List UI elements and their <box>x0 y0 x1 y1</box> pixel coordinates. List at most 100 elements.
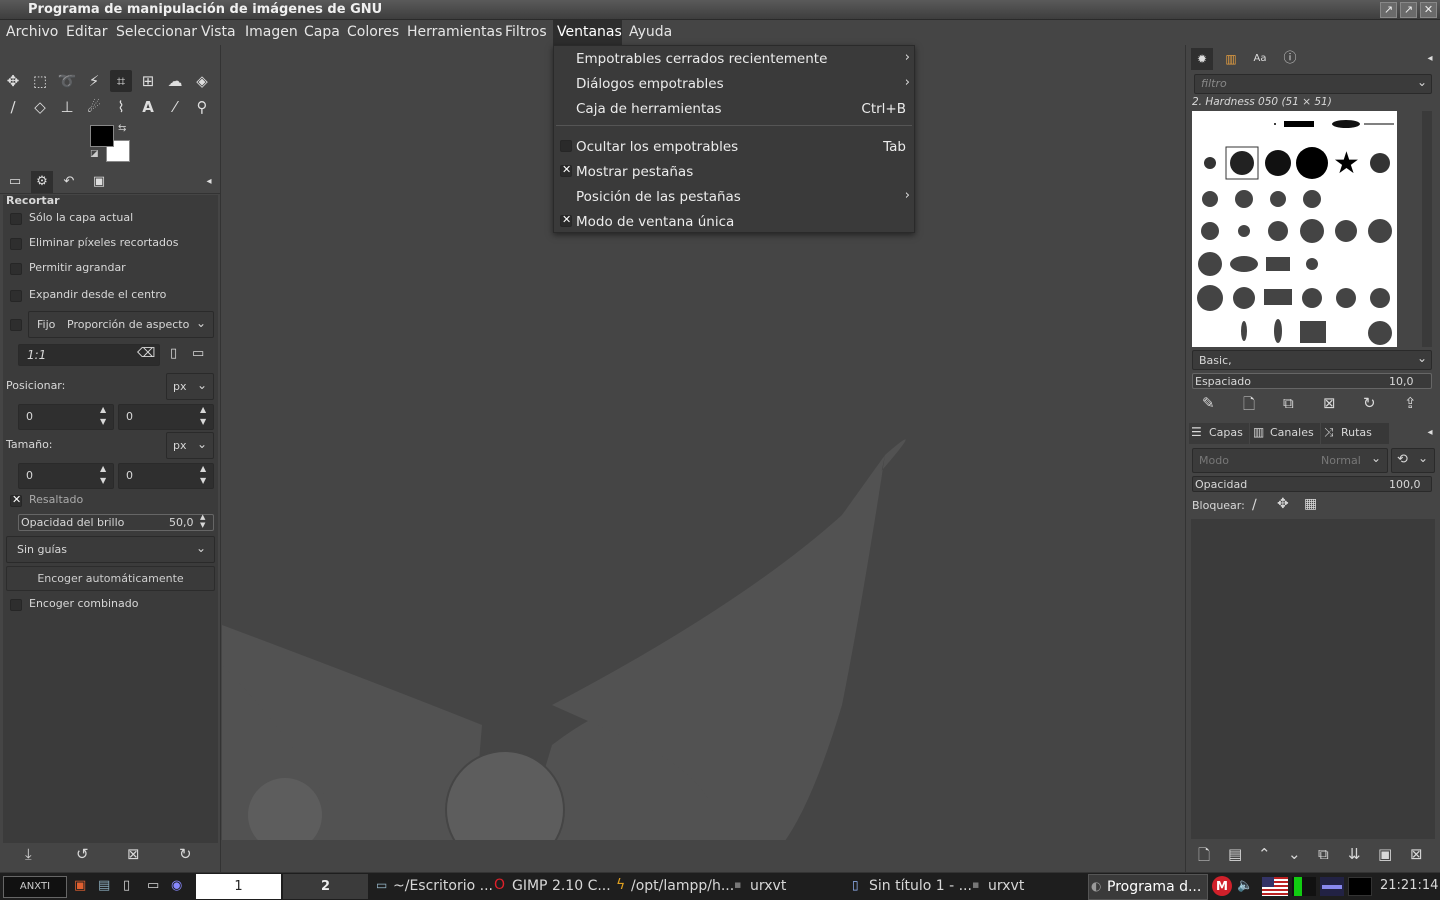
menu-filtros[interactable]: Filtros <box>501 24 551 40</box>
browser-launcher-icon[interactable]: ◉ <box>171 878 182 893</box>
portrait-icon[interactable]: ▯ <box>170 346 177 361</box>
task-untitled-doc[interactable]: ▯ Sin título 1 - ... <box>852 873 972 900</box>
spin-up-icon[interactable]: ▲ <box>100 405 106 414</box>
menuitem-tabs-position[interactable]: Posición de las pestañas › <box>554 185 914 209</box>
landscape-icon[interactable]: ▭ <box>192 346 204 361</box>
merge-layer-icon[interactable]: ⇊ <box>1348 845 1361 863</box>
delete-layer-icon[interactable]: ⊠ <box>1410 845 1423 863</box>
brush-grid[interactable]: ★ <box>1192 111 1397 347</box>
fonts-tab-icon[interactable]: Aa <box>1249 48 1271 70</box>
spin-down-icon[interactable]: ▼ <box>200 521 205 529</box>
fixed-checkbox[interactable] <box>10 319 22 331</box>
lower-layer-icon[interactable]: ⌄ <box>1288 845 1301 863</box>
fuzzy-select-tool-icon[interactable]: ⚡ <box>83 70 105 92</box>
menu-imagen[interactable]: Imagen <box>241 24 302 40</box>
dock-menu-icon[interactable]: ◂ <box>1419 422 1440 444</box>
ratio-input[interactable]: 1:1 ⌫ <box>18 344 160 366</box>
menu-capa[interactable]: Capa <box>300 24 344 40</box>
mail-tray-icon[interactable]: M <box>1212 876 1232 896</box>
spin-up-icon[interactable]: ▲ <box>200 513 205 521</box>
position-y-input[interactable]: 0 ▲ ▼ <box>118 404 214 430</box>
device-status-tab-icon[interactable]: ⚙ <box>31 171 53 193</box>
menuitem-single-window[interactable]: Modo de ventana única <box>554 210 914 234</box>
clear-icon[interactable]: ⌫ <box>137 346 155 361</box>
delete-pixels-checkbox[interactable] <box>10 238 22 250</box>
shrink-merged-checkbox[interactable] <box>10 599 22 611</box>
paintbrush-tool-icon[interactable]: ∕ <box>2 96 24 118</box>
spin-up-icon[interactable]: ▲ <box>200 405 206 414</box>
task-file-manager[interactable]: ▭ ~/Escritorio ... <box>374 873 493 900</box>
tab-capas[interactable]: ☰ Capas <box>1189 423 1249 444</box>
volume-icon[interactable]: 🔈 <box>1237 878 1253 893</box>
bucket-fill-tool-icon[interactable]: ◈ <box>191 70 213 92</box>
crop-tool-icon[interactable]: ⌗ <box>110 70 132 92</box>
menu-seleccionar[interactable]: Seleccionar <box>112 24 201 40</box>
dock-menu-icon[interactable]: ◂ <box>198 171 220 193</box>
brush-filter-input[interactable]: filtro ⌄ <box>1194 74 1432 94</box>
dock-menu-icon[interactable]: ◂ <box>1419 48 1440 70</box>
tool-options-tab-icon[interactable]: ▭ <box>4 171 26 193</box>
menu-editar[interactable]: Editar <box>62 24 111 40</box>
warp-tool-icon[interactable]: ☁ <box>164 70 186 92</box>
patterns-tab-icon[interactable]: ▥ <box>1220 48 1242 70</box>
eraser-tool-icon[interactable]: ◇ <box>29 96 51 118</box>
spin-up-icon[interactable]: ▲ <box>200 464 206 473</box>
launcher-icon[interactable]: ▣ <box>74 878 86 893</box>
help-tab-icon[interactable]: ⓘ <box>1279 48 1301 70</box>
menu-ventanas[interactable]: Ventanas <box>553 20 622 45</box>
brush-tag-select[interactable]: Basic, ⌄ <box>1192 350 1432 370</box>
restore-options-icon[interactable]: ↺ <box>76 845 89 863</box>
tab-rutas[interactable]: ⤨ Rutas <box>1321 423 1389 444</box>
menuitem-hide-docks[interactable]: Ocultar los empotrables Tab <box>554 135 914 159</box>
position-x-input[interactable]: 0 ▲ ▼ <box>18 404 114 430</box>
allow-growing-checkbox[interactable] <box>10 263 22 275</box>
lock-position-icon[interactable]: ✥ <box>1277 496 1289 512</box>
terminal-launcher-icon[interactable]: ▭ <box>147 878 159 893</box>
restore-button[interactable]: ↗ <box>1400 2 1417 18</box>
size-height-input[interactable]: 0 ▲ ▼ <box>118 463 214 489</box>
workspace-1[interactable]: 1 <box>196 874 281 899</box>
menu-ayuda[interactable]: Ayuda <box>625 24 676 40</box>
swap-colors-icon[interactable]: ⇆ <box>118 123 126 134</box>
delete-brush-icon[interactable]: ⊠ <box>1323 394 1336 412</box>
save-options-icon[interactable]: ⤓ <box>25 845 32 863</box>
open-brush-icon[interactable]: ⇪ <box>1404 394 1417 412</box>
workspace-2[interactable]: 2 <box>283 874 368 899</box>
delete-options-icon[interactable]: ⊠ <box>127 845 140 863</box>
files-launcher-icon[interactable]: ▤ <box>98 878 110 893</box>
lock-pixels-icon[interactable]: ∕ <box>1252 497 1257 513</box>
brush-grid-scrollbar[interactable] <box>1422 111 1432 347</box>
keyboard-layout-flag-icon[interactable] <box>1262 877 1288 896</box>
color-picker-tool-icon[interactable]: ⁄ <box>164 96 186 118</box>
task-lampp[interactable]: ϟ /opt/lampp/h... <box>614 873 734 900</box>
highlight-opacity-slider[interactable]: Opacidad del brillo 50,0 ▲ ▼ <box>18 513 214 531</box>
lock-alpha-icon[interactable]: ▦ <box>1304 496 1317 512</box>
menuitem-show-tabs[interactable]: Mostrar pestañas <box>554 160 914 184</box>
new-brush-icon[interactable]: 🗋 <box>1243 394 1255 419</box>
reset-options-icon[interactable]: ↻ <box>179 845 192 863</box>
default-colors-icon[interactable]: ◪ <box>90 149 99 159</box>
zoom-tool-icon[interactable]: ⚲ <box>191 96 213 118</box>
images-tab-icon[interactable]: ▣ <box>88 171 110 193</box>
menuitem-dockable-dialogs[interactable]: Diálogos empotrables › <box>554 72 914 96</box>
size-unit-select[interactable]: px ⌄ <box>166 432 214 459</box>
size-width-input[interactable]: 0 ▲ ▼ <box>18 463 114 489</box>
position-unit-select[interactable]: px ⌄ <box>166 373 214 400</box>
clone-tool-icon[interactable]: ⊥ <box>56 96 78 118</box>
new-layer-icon[interactable]: 🗋 <box>1198 845 1210 870</box>
move-tool-icon[interactable]: ✥ <box>2 70 24 92</box>
menuitem-toolbox[interactable]: Caja de herramientas Ctrl+B <box>554 97 914 121</box>
layer-composite-select[interactable]: ⟲ ⌄ <box>1391 448 1435 473</box>
refresh-brushes-icon[interactable]: ↻ <box>1363 394 1376 412</box>
smudge-tool-icon[interactable]: ☄ <box>83 96 105 118</box>
menu-herramientas[interactable]: Herramientas <box>403 24 506 40</box>
rect-select-tool-icon[interactable]: ⬚ <box>29 70 51 92</box>
menu-colores[interactable]: Colores <box>343 24 403 40</box>
highlight-checkbox[interactable] <box>10 493 22 507</box>
layer-opacity-slider[interactable]: Opacidad 100,0 <box>1192 476 1432 492</box>
expand-center-checkbox[interactable] <box>10 290 22 302</box>
spin-down-icon[interactable]: ▼ <box>200 417 206 426</box>
close-button[interactable]: ✕ <box>1420 2 1437 18</box>
current-layer-checkbox[interactable] <box>10 213 22 225</box>
undo-history-tab-icon[interactable]: ↶ <box>58 171 80 193</box>
